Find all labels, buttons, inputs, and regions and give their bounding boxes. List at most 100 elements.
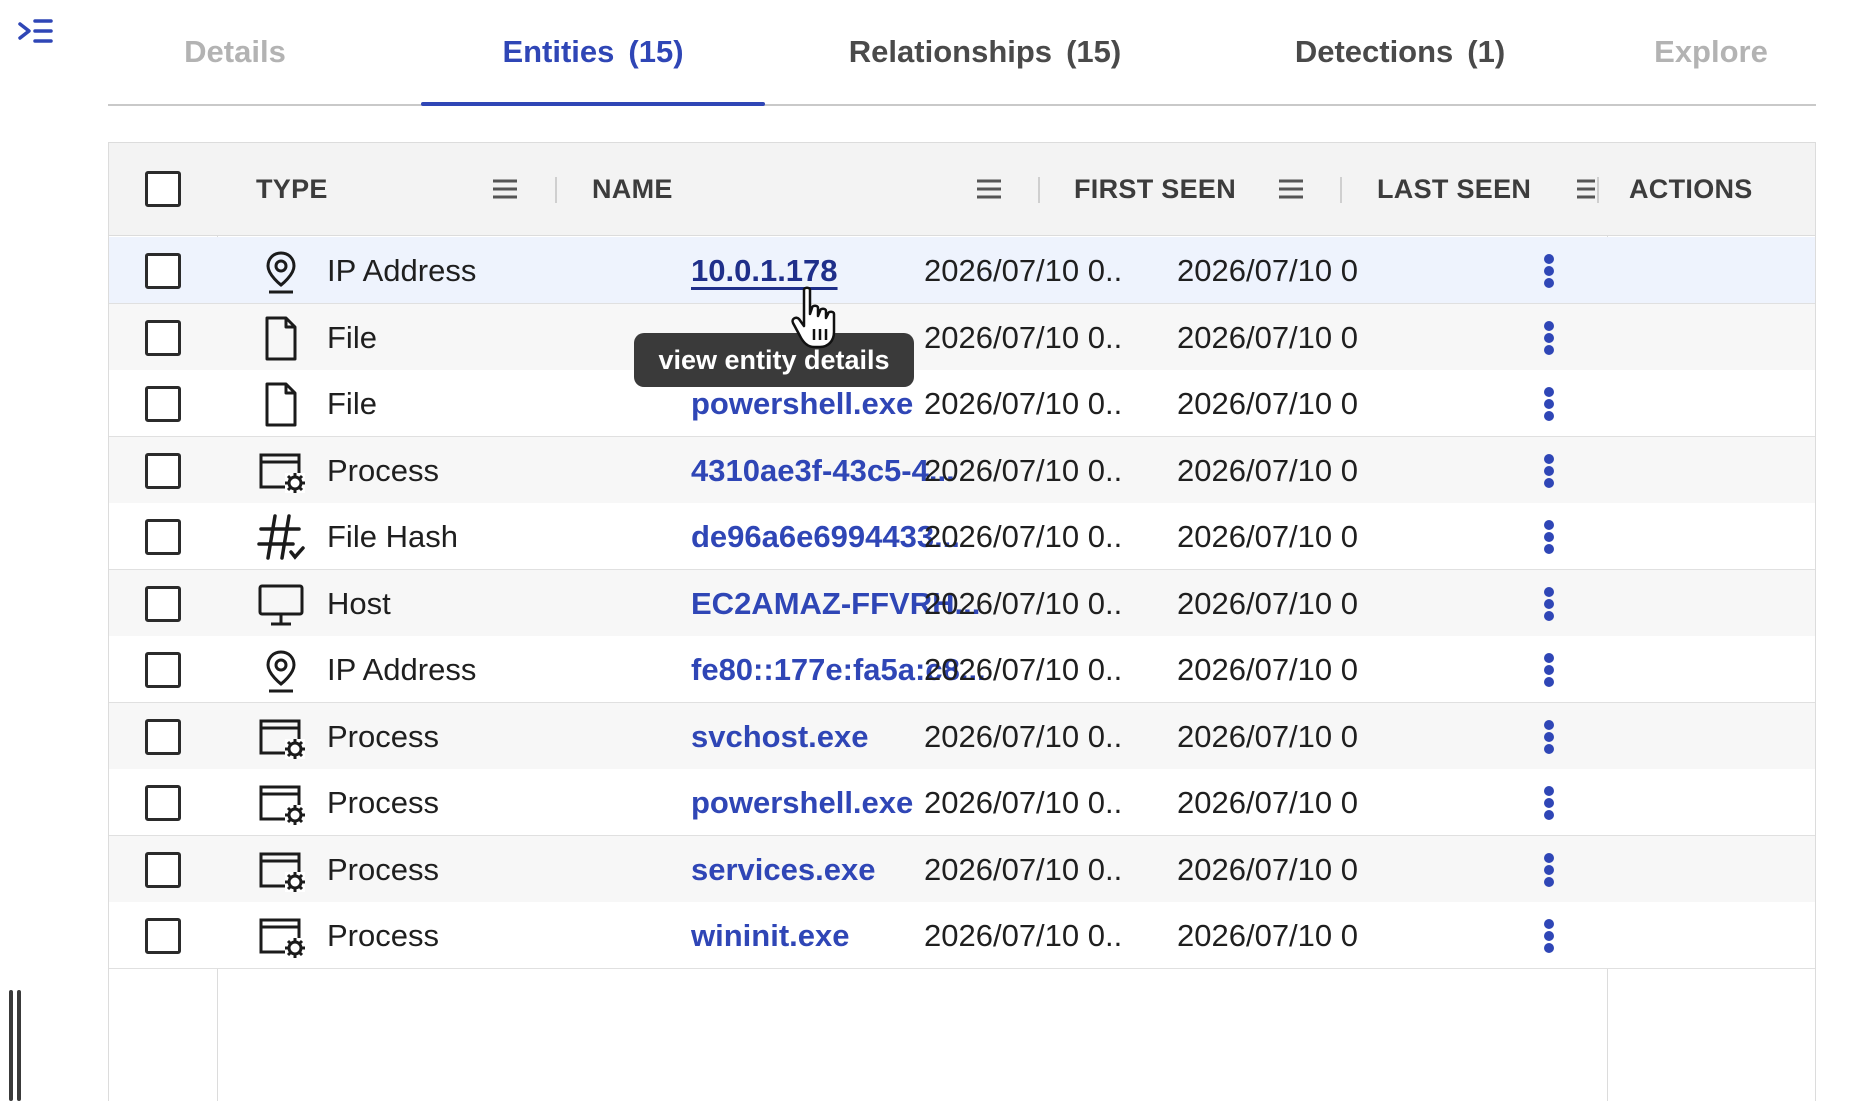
process-window-gear-icon [259,918,305,958]
tab-relationships[interactable]: Relationships (15) [768,0,1202,104]
tooltip: view entity details [634,333,914,387]
column-header-first-seen[interactable]: FIRST SEEN [1074,143,1236,236]
process-window-gear-icon [259,719,305,759]
tab-details[interactable]: Details [108,0,362,104]
tab-count: (1) [1467,34,1506,69]
last-seen-value: 2026/07/10 0... [1177,319,1357,355]
entity-type: IP Address [327,651,477,687]
column-menu-icon[interactable] [975,176,1003,202]
tab-count: (15) [628,34,684,69]
tab-label: Details [184,34,286,69]
entity-name-link[interactable]: 4310ae3f-43c5-4... [691,437,955,504]
row-checkbox[interactable] [145,452,181,489]
row-actions-menu-icon[interactable] [1529,437,1569,504]
entity-type: Host [327,585,391,621]
first-seen-value: 2026/07/10 0... [924,319,1124,355]
row-actions-menu-icon[interactable] [1529,570,1569,637]
table-row[interactable]: IP Address 10.0.1.178 2026/07/10 0... 2026/… [109,237,1815,304]
entity-type: Process [327,452,439,488]
row-actions-menu-icon[interactable] [1529,836,1569,903]
entity-type: IP Address [327,252,477,288]
row-checkbox[interactable] [145,319,181,356]
file-icon [265,382,297,426]
row-checkbox[interactable] [145,784,181,821]
monitor-icon [258,584,304,625]
select-all-checkbox[interactable] [145,171,181,207]
table-row[interactable]: Process services.exe 2026/07/10 0... 2026/0… [109,836,1815,903]
location-pin-icon [266,250,296,293]
last-seen-value: 2026/07/10 0... [1177,385,1357,421]
entity-name-link[interactable]: de96a6e6994433... [691,503,960,570]
entity-name-link[interactable]: services.exe [691,836,875,903]
hash-check-icon [257,513,305,560]
column-header-type[interactable]: TYPE [256,143,328,236]
tab-explore[interactable]: Explore [1608,0,1814,104]
first-seen-value: 2026/07/10 0... [924,518,1124,554]
column-header-last-seen[interactable]: LAST SEEN [1377,143,1531,236]
last-seen-value: 2026/07/10 0... [1177,252,1357,288]
row-checkbox[interactable] [145,585,181,622]
column-menu-icon[interactable] [1575,176,1595,202]
tab-entities[interactable]: Entities (15) [421,0,765,106]
column-menu-icon[interactable] [491,176,519,202]
tab-label: Explore [1654,34,1768,69]
process-window-gear-icon [259,453,305,493]
row-checkbox[interactable] [145,651,181,688]
table-row[interactable]: Process svchost.exe 2026/07/10 0... 2026/07… [109,703,1815,770]
table-row[interactable]: File Hash de96a6e6994433... 2026/07/10 0..… [109,503,1815,570]
column-resize-handle[interactable] [1597,177,1599,203]
tab-label: Entities [502,34,615,69]
tab-detections[interactable]: Detections (1) [1208,0,1592,104]
last-seen-value: 2026/07/10 0... [1177,784,1357,820]
table-row[interactable]: Process wininit.exe 2026/07/10 0... 2026/07… [109,902,1815,969]
column-header-name[interactable]: NAME [592,143,673,236]
entity-type: File Hash [327,518,458,554]
location-pin-icon [266,649,296,692]
last-seen-value: 2026/07/10 0... [1177,851,1357,887]
row-actions-menu-icon[interactable] [1529,304,1569,371]
row-checkbox[interactable] [145,252,181,289]
first-seen-value: 2026/07/10 0... [924,585,1124,621]
row-checkbox[interactable] [145,718,181,755]
process-window-gear-icon [259,785,305,825]
row-checkbox[interactable] [145,385,181,422]
column-resize-handle[interactable] [1340,177,1342,203]
row-checkbox[interactable] [145,518,181,555]
table-row[interactable]: Process powershell.exe 2026/07/10 0... 2026… [109,769,1815,836]
row-actions-menu-icon[interactable] [1529,370,1569,437]
column-menu-icon[interactable] [1277,176,1305,202]
tab-label: Detections [1294,34,1454,69]
row-actions-menu-icon[interactable] [1529,237,1569,304]
table-row[interactable]: File 2026/07/10 0... 2026/07/10 0... [109,304,1815,371]
row-checkbox[interactable] [145,851,181,888]
row-actions-menu-icon[interactable] [1529,769,1569,836]
first-seen-value: 2026/07/10 0... [924,452,1124,488]
table-header: TYPE NAME FIRST SEEN LAST SEEN ACTIONS [109,143,1815,236]
row-checkbox[interactable] [145,917,181,954]
table-row[interactable]: Process 4310ae3f-43c5-4... 2026/07/10 0...… [109,437,1815,504]
column-header-actions: ACTIONS [1629,174,1753,204]
entity-name-link[interactable]: svchost.exe [691,703,869,770]
row-actions-menu-icon[interactable] [1529,703,1569,770]
row-actions-menu-icon[interactable] [1529,503,1569,570]
table-row[interactable]: IP Address fe80::177e:fa5a:c8... 2026/07/1… [109,636,1815,703]
drag-handle-icon[interactable] [9,990,23,1101]
entity-name-link[interactable]: wininit.exe [691,902,849,969]
row-actions-menu-icon[interactable] [1529,636,1569,703]
first-seen-value: 2026/07/10 0... [924,718,1124,754]
first-seen-value: 2026/07/10 0... [924,385,1124,421]
column-resize-handle[interactable] [555,177,557,203]
collapse-menu-icon[interactable] [18,18,54,48]
entity-type: Process [327,851,439,887]
table-row[interactable]: Host EC2AMAZ-FFVRH... 2026/07/10 0... 2026/… [109,570,1815,637]
table-row[interactable]: File powershell.exe 2026/07/10 0... 2026/07… [109,370,1815,437]
last-seen-value: 2026/07/10 0... [1177,651,1357,687]
last-seen-value: 2026/07/10 0... [1177,452,1357,488]
row-actions-menu-icon[interactable] [1529,902,1569,969]
first-seen-value: 2026/07/10 0... [924,651,1124,687]
hand-pointer-cursor-icon [791,286,836,349]
column-resize-handle[interactable] [1038,177,1040,203]
first-seen-value: 2026/07/10 0... [924,252,1124,288]
entity-name-link[interactable]: powershell.exe [691,769,913,836]
tab-count: (15) [1066,34,1122,69]
